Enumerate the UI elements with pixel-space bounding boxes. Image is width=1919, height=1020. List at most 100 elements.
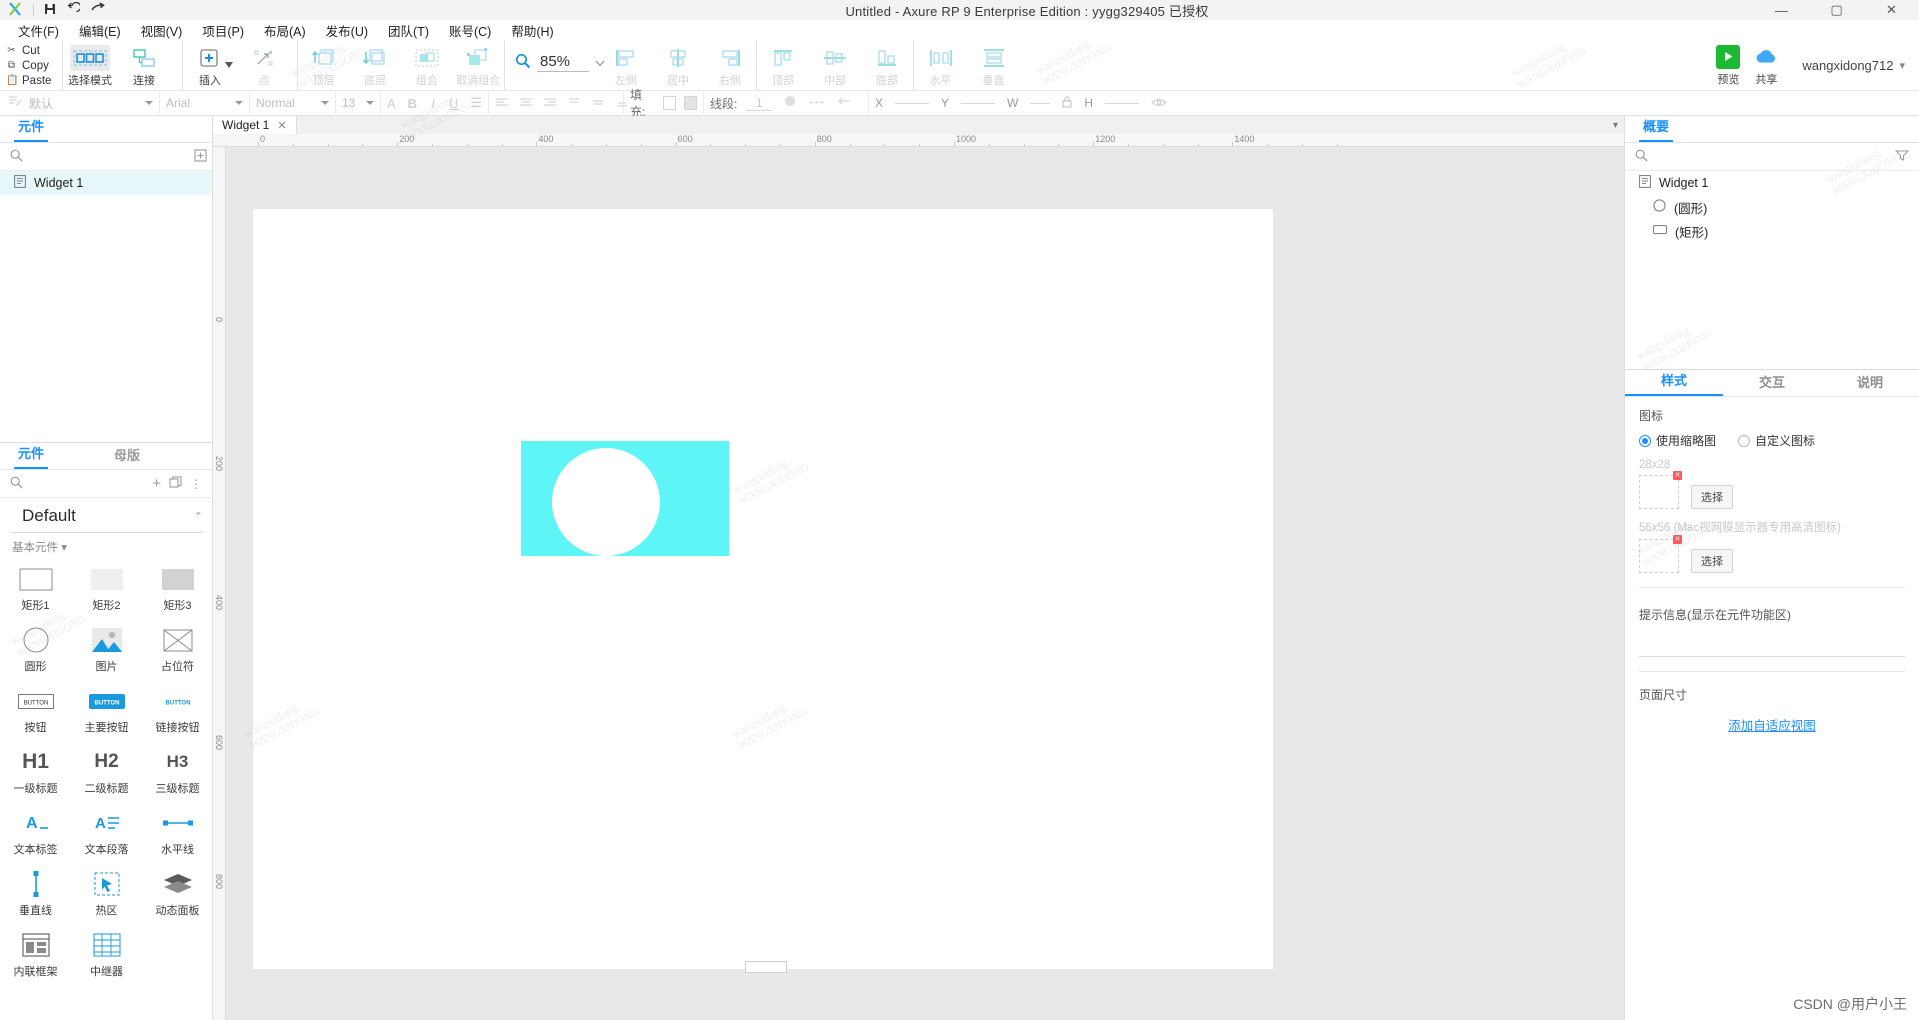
x-field[interactable] (895, 102, 930, 104)
widget-text-paragraph[interactable]: A 文本段落 (71, 803, 142, 864)
group-button[interactable]: 组合 (401, 40, 453, 91)
widget-inline-frame[interactable]: 内联框架 (0, 925, 71, 986)
align-left-button[interactable]: 左侧 (600, 40, 652, 91)
visibility-eye-icon[interactable] (1151, 96, 1167, 111)
menu-item-view[interactable]: 视图(V) (131, 19, 193, 42)
underline-icon[interactable]: U (449, 96, 458, 111)
align-middle-button[interactable]: 中部 (809, 40, 861, 91)
widget-link-button[interactable]: BUTTON 链接按钮 (142, 681, 213, 742)
chevron-down-icon[interactable]: ▾ (1613, 120, 1618, 131)
library-category[interactable]: 基本元件 ▾ (0, 533, 213, 555)
tab-notes[interactable]: 说明 (1821, 372, 1919, 396)
chevron-down-icon[interactable] (235, 101, 243, 105)
widget-primary-button[interactable]: BUTTON 主要按钮 (71, 681, 142, 742)
menu-item-team[interactable]: 团队(T) (378, 19, 439, 42)
fill-color-swatch[interactable] (663, 96, 677, 110)
tab-style[interactable]: 样式 (1625, 370, 1723, 396)
preview-button[interactable]: 预览 (1716, 44, 1741, 87)
zoom-value[interactable]: 85% (537, 53, 589, 72)
canvas-viewport[interactable]: wangxidong WANGXIDONG wangxidong WANGXIDON… (226, 147, 1624, 1020)
italic-icon[interactable]: I (429, 96, 437, 111)
filter-icon[interactable] (1894, 149, 1910, 164)
insert-button[interactable]: 插入 (183, 40, 237, 91)
pages-search-input[interactable] (31, 149, 186, 164)
chevron-down-icon[interactable] (225, 57, 233, 71)
h-field[interactable] (1105, 102, 1140, 104)
menu-item-layout[interactable]: 布局(A) (254, 19, 316, 42)
zoom-control[interactable]: 85% (515, 53, 605, 72)
outline-item-ellipse[interactable]: (圆形) (1625, 195, 1919, 219)
valign-top-icon[interactable] (567, 96, 581, 111)
widget-rect2[interactable]: 矩形2 (71, 559, 142, 620)
menu-item-edit[interactable]: 编辑(E) (69, 19, 131, 42)
icon-small-preview[interactable]: ✕ (1639, 471, 1682, 509)
text-align-right-icon[interactable] (543, 96, 557, 111)
more-options-icon[interactable]: ⋮ (190, 477, 203, 491)
widget-text-label[interactable]: A 文本标签 (0, 803, 71, 864)
chevron-down-icon[interactable] (321, 101, 329, 105)
font-family-selector[interactable]: Arial (160, 90, 250, 116)
widget-repeater[interactable]: 中继器 (71, 925, 142, 986)
widget-vertical-line[interactable]: 垂直线 (0, 864, 71, 925)
close-button[interactable]: ✕ (1864, 0, 1919, 20)
distribute-vertical-button[interactable]: 垂直 (967, 40, 1020, 91)
design-page[interactable]: wangxidong WANGXIDONG wangxidong WANGXIDON… (241, 209, 1273, 973)
font-color-icon[interactable]: A (387, 96, 396, 111)
widget-image[interactable]: 图片 (71, 620, 142, 681)
text-align-center-icon[interactable] (519, 96, 533, 111)
share-button[interactable]: 共享 (1754, 45, 1778, 87)
line-arrow-icon[interactable] (835, 96, 853, 111)
align-right-button[interactable]: 右侧 (704, 40, 756, 91)
plus-icon[interactable]: + (152, 475, 161, 492)
copy-button[interactable]: ⧉ Copy (6, 58, 62, 73)
chevron-down-icon[interactable] (366, 101, 374, 105)
canvas-bottom-shape[interactable] (745, 961, 787, 973)
menu-item-publish[interactable]: 发布(U) (316, 19, 378, 42)
horizontal-ruler[interactable]: 0 200 400 600 800 1000 1200 1400 (213, 134, 1624, 147)
widget-placeholder[interactable]: 占位符 (142, 620, 213, 681)
library-chevron-icon[interactable]: ⌃ (194, 510, 203, 523)
maximize-button[interactable]: ▢ (1809, 0, 1864, 20)
redo-icon[interactable] (90, 2, 106, 18)
add-page-icon[interactable] (194, 148, 207, 165)
save-icon[interactable] (44, 3, 56, 18)
bold-icon[interactable]: B (408, 96, 417, 111)
line-color-icon[interactable] (781, 95, 799, 111)
send-to-back-button[interactable]: 底层 (350, 40, 402, 91)
line-dash-icon[interactable] (808, 96, 826, 111)
radio-use-thumbnail[interactable]: 使用缩略图 (1639, 432, 1716, 449)
text-align-left-icon[interactable] (495, 96, 509, 111)
tab-pages[interactable]: 元件 (14, 116, 49, 142)
tab-masters[interactable]: 母版 (110, 445, 144, 469)
point-button[interactable]: 点 (237, 40, 291, 91)
widget-h1[interactable]: H1 一级标题 (0, 742, 71, 803)
undo-icon[interactable] (66, 1, 82, 18)
bullet-list-icon[interactable]: ☰ (470, 95, 482, 111)
menu-item-project[interactable]: 项目(P) (192, 19, 254, 42)
menu-item-file[interactable]: 文件(F) (8, 19, 69, 42)
ungroup-button[interactable]: 取消组合 (453, 40, 505, 91)
widget-h3[interactable]: H3 三级标题 (142, 742, 213, 803)
menu-item-account[interactable]: 账号(C) (439, 19, 501, 42)
icon-large-preview[interactable]: ✕ (1639, 535, 1682, 573)
outline-item-widget1[interactable]: Widget 1 (1625, 171, 1919, 195)
remove-icon[interactable]: ✕ (1673, 471, 1682, 480)
canvas-tab-widget1[interactable]: Widget 1 ✕ (213, 116, 297, 134)
close-icon[interactable]: ✕ (277, 119, 286, 132)
widget-button[interactable]: BUTTON 按钮 (0, 681, 71, 742)
tab-outline[interactable]: 概要 (1639, 116, 1674, 142)
tooltip-input[interactable] (1639, 623, 1905, 657)
choose-large-icon-button[interactable]: 选择 (1691, 549, 1733, 573)
chevron-down-icon[interactable] (145, 101, 153, 105)
widget-rect1[interactable]: 矩形1 (0, 559, 71, 620)
bring-to-front-button[interactable]: 顶层 (298, 40, 350, 91)
menu-item-help[interactable]: 帮助(H) (501, 19, 563, 42)
selection-mode-button[interactable]: 选择模式 (63, 40, 117, 91)
y-field[interactable] (961, 102, 996, 104)
radio-custom-icon[interactable]: 自定义图标 (1738, 432, 1815, 449)
fill-gradient-swatch[interactable] (684, 96, 697, 110)
duplicate-icon[interactable] (169, 475, 182, 492)
paste-button[interactable]: 📋 Paste (6, 73, 62, 88)
distribute-horizontal-button[interactable]: 水平 (914, 40, 967, 91)
line-width-value[interactable]: 1 (746, 96, 773, 111)
